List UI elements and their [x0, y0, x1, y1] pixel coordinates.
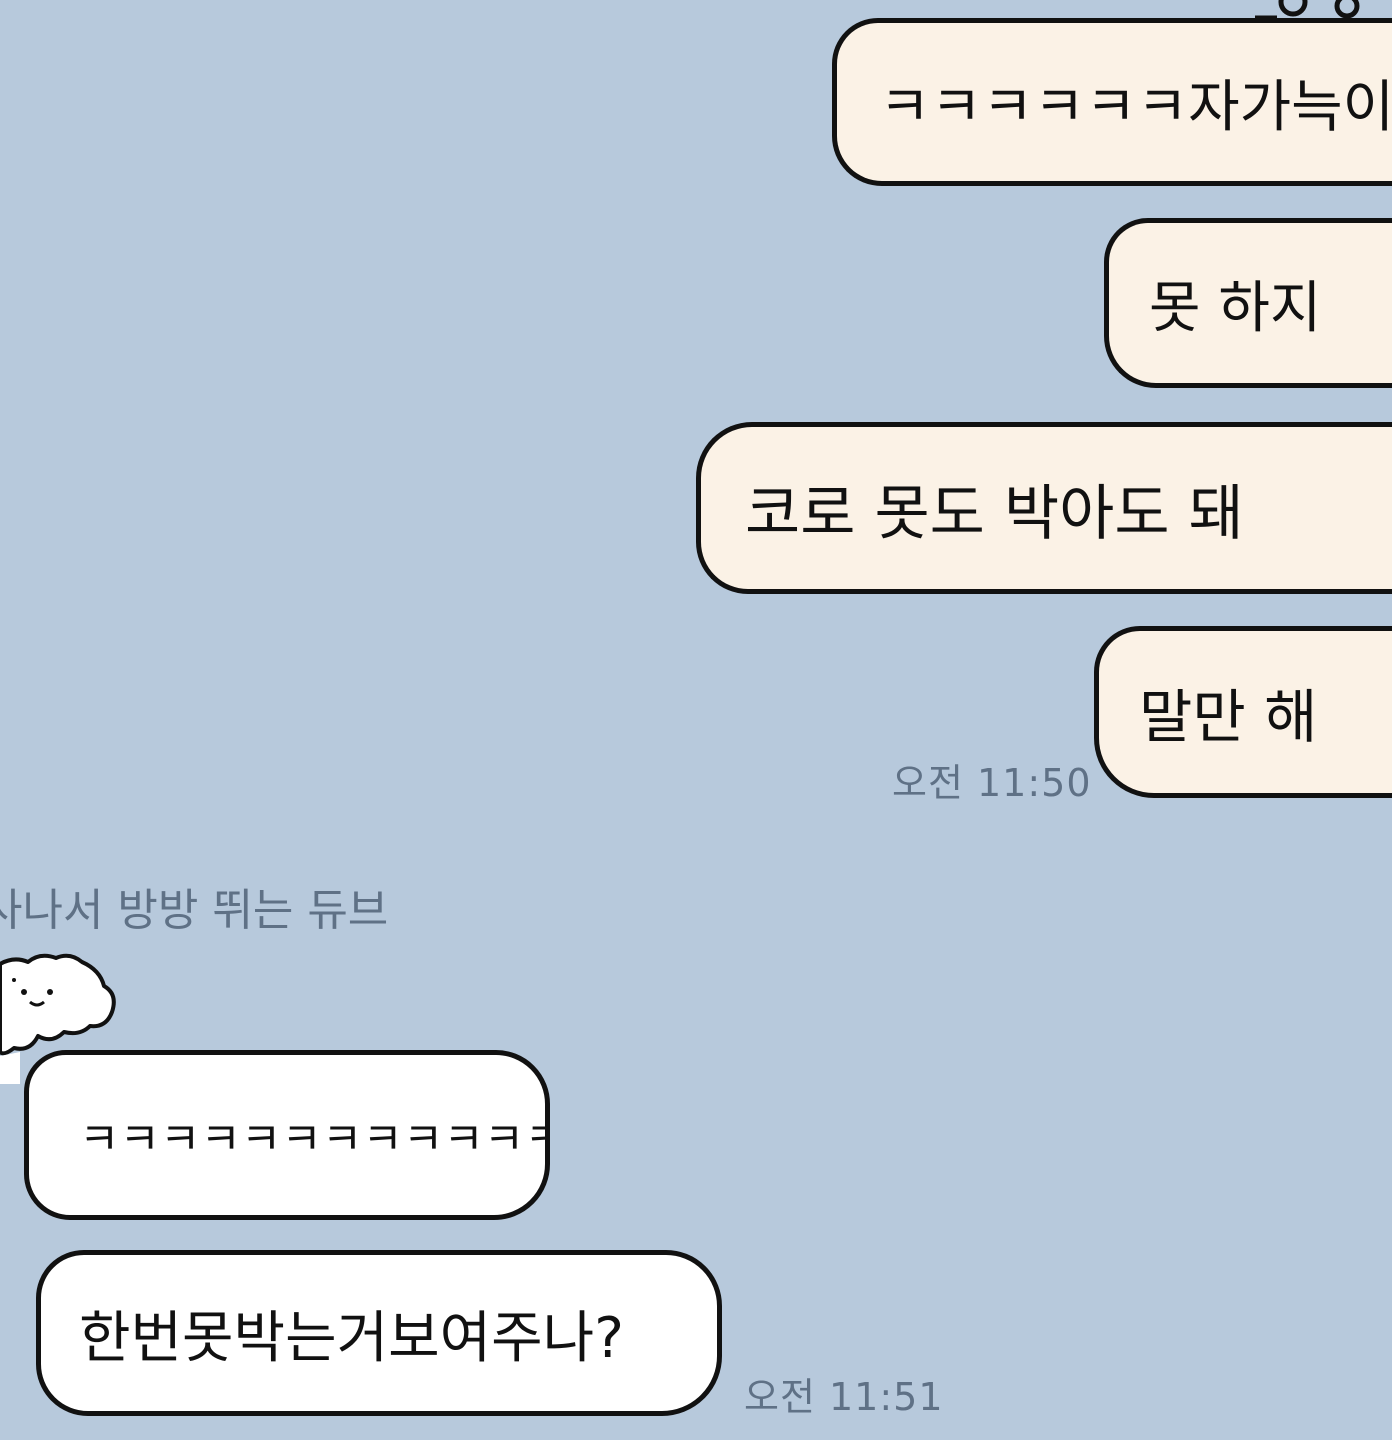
message-text: 코로 못도 박아도 돼 — [745, 478, 1244, 549]
received-message-bubble[interactable]: 한번못박는거보여주나? — [36, 1250, 722, 1416]
sent-message-bubble[interactable]: 못 하지 — [1104, 218, 1392, 388]
received-message-bubble[interactable]: ㅋㅋㅋㅋㅋㅋㅋㅋㅋㅋㅋㅋ — [24, 1050, 550, 1220]
message-timestamp: 오전 11:51 — [744, 1375, 944, 1419]
message-text: ㅋㅋㅋㅋㅋㅋ자가늑이라 — [879, 74, 1392, 140]
message-text: 한번못박는거보여주나? — [79, 1305, 624, 1371]
sender-name: 사나서 방방 뛰는 듀브 — [0, 885, 389, 936]
sent-message-bubble[interactable]: ㅋㅋㅋㅋㅋㅋ자가늑이라 — [832, 18, 1392, 186]
message-text: 말만 해 — [1139, 683, 1318, 751]
sent-message-bubble[interactable]: 코로 못도 박아도 돼 — [696, 422, 1392, 594]
sent-message-bubble[interactable]: 말만 해 — [1094, 626, 1392, 798]
chat-conversation: ㅋㅋㅋㅋㅋㅋ자가늑이라 못 하지 코로 못도 박아도 돼 말만 해 오전 11:… — [0, 0, 1392, 1440]
message-timestamp: 오전 11:50 — [892, 761, 1092, 805]
message-text: 못 하지 — [1149, 275, 1322, 341]
message-text: ㅋㅋㅋㅋㅋㅋㅋㅋㅋㅋㅋㅋ — [79, 1114, 550, 1165]
